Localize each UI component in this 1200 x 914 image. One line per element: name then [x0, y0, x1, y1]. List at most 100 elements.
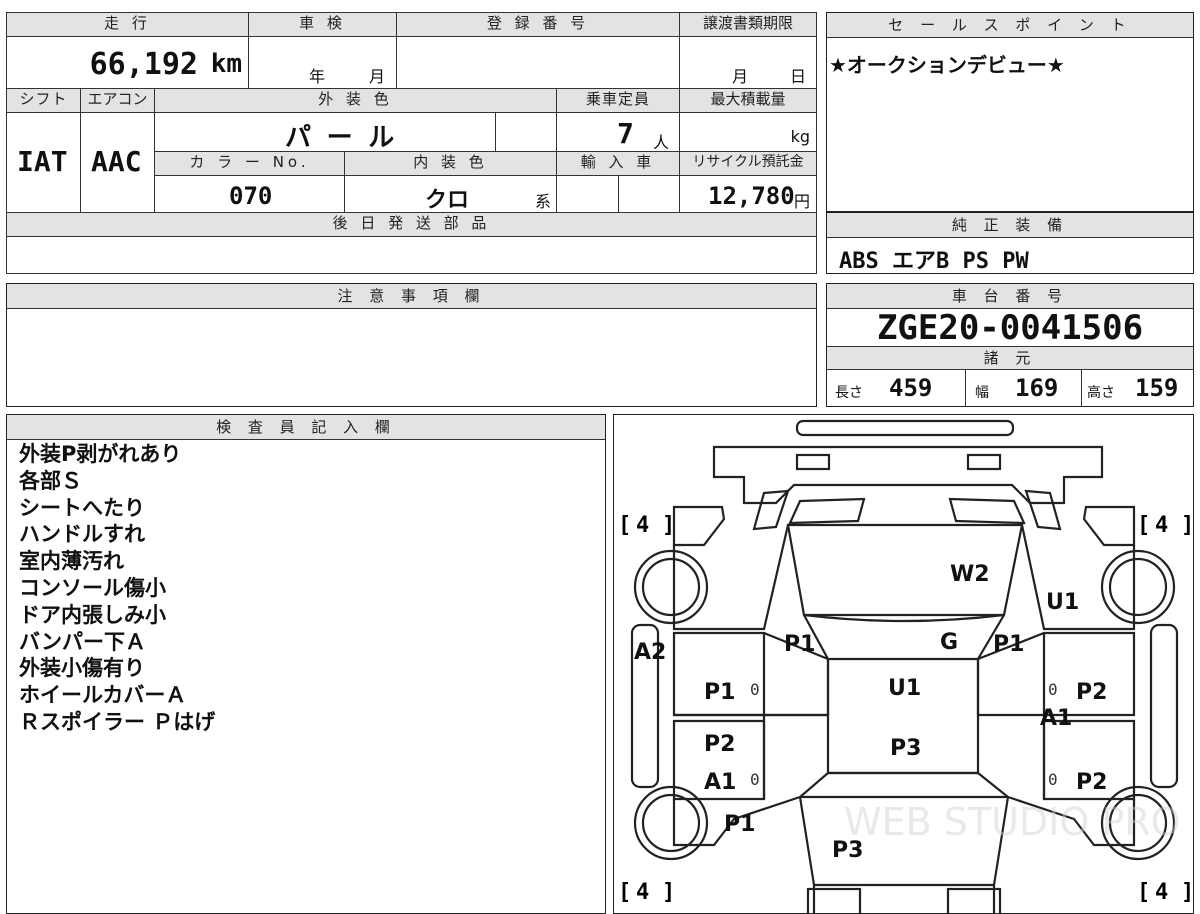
- car-diagram: [ 4 ] [ 4 ] [ 4 ] [ 4 ] W2 U1 P1 G P1 A2…: [618, 419, 1194, 913]
- sales-point-header: セ ー ル ス ポ イ ン ト: [827, 13, 1193, 38]
- tire-bracket-rear-right: [ 4 ]: [1137, 880, 1194, 905]
- chassis-value: ZGE20-0041506: [876, 308, 1144, 348]
- deadline-month: 月: [732, 67, 749, 86]
- mark-u1-top: U1: [1046, 590, 1079, 615]
- sales-point-text: ★オークションデビュー★: [829, 53, 1065, 77]
- mark-a1-left: A1: [704, 770, 736, 795]
- equipment-box: 純 正 装 備 ABS エアB PS PW: [826, 212, 1194, 274]
- notes-header: 注 意 事 項 欄: [7, 284, 816, 309]
- height-value: 159: [1135, 374, 1179, 402]
- inspector-line: シートへたり: [19, 495, 145, 520]
- door-handle-mark: 0: [750, 680, 760, 699]
- inspector-line: ハンドルすれ: [19, 522, 145, 547]
- shaken-cell: 年 月: [248, 36, 397, 89]
- deadline-header: 譲渡書類期限: [679, 12, 817, 37]
- color-no-cell: 070: [154, 175, 345, 213]
- capacity-cell: 7 人: [556, 112, 680, 152]
- recycle-value: 12,780: [708, 182, 795, 210]
- svg-text:[: [: [1137, 513, 1150, 538]
- recycle-header: リサイクル預託金: [679, 151, 817, 176]
- mark-w2: W2: [950, 562, 990, 587]
- spec-width-cell: 幅 169: [965, 370, 1082, 407]
- svg-text:[: [: [1137, 880, 1150, 905]
- tire-value-rear-left: 4: [636, 880, 649, 905]
- tire-bracket-front-left: [ 4 ]: [618, 513, 675, 538]
- mark-u1-center: U1: [888, 676, 921, 701]
- equipment-header: 純 正 装 備: [827, 213, 1193, 238]
- later-parts-header: 後 日 発 送 部 品: [6, 212, 817, 237]
- shaken-month: 月: [369, 67, 386, 86]
- tire-value-front-right: 4: [1155, 513, 1168, 538]
- inspector-header: 検 査 員 記 入 欄: [7, 415, 605, 440]
- mark-p1-rear-left: P1: [724, 812, 755, 837]
- shift-header: シフト: [6, 88, 81, 113]
- exterior-sub-cell: [495, 112, 557, 152]
- mark-g: G: [940, 630, 958, 655]
- tire-value-front-left: 4: [636, 513, 649, 538]
- mileage-unit: km: [210, 49, 242, 79]
- inspector-line: ホイールカバーＡ: [19, 683, 187, 708]
- shaken-year: 年: [309, 67, 326, 86]
- interior-header: 内 装 色: [344, 151, 557, 176]
- spec-height-cell: 高さ 159: [1081, 370, 1193, 407]
- inspector-line: Ｒスポイラー Ｐはげ: [19, 710, 216, 734]
- color-no-value: 070: [229, 182, 273, 210]
- tire-value-rear-right: 4: [1155, 880, 1168, 905]
- tire-bracket-rear-left: [ 4 ]: [618, 880, 675, 905]
- notes-box: 注 意 事 項 欄: [6, 283, 817, 407]
- width-value: 169: [1015, 374, 1059, 402]
- svg-text:]: ]: [1181, 880, 1194, 905]
- mark-p2-door-right: P2: [1076, 680, 1107, 705]
- spec-header: 諸 元: [827, 346, 1193, 370]
- height-label: 高さ: [1087, 385, 1115, 401]
- mileage-value: 66,192: [89, 47, 198, 82]
- watermark: WEB STUDIO PRO: [844, 800, 1181, 844]
- exterior-cell: パ ー ル: [154, 112, 496, 153]
- inspector-line: バンパー下Ａ: [19, 629, 147, 654]
- mark-p2-left: P2: [704, 732, 735, 757]
- color-no-header: カ ラ ー No.: [154, 151, 345, 176]
- equipment-value: ABS エアB PS PW: [839, 249, 1029, 274]
- svg-text:[: [: [618, 513, 631, 538]
- inspector-line: 外装小傷有り: [19, 656, 145, 681]
- chassis-header: 車 台 番 号: [827, 284, 1193, 309]
- import-header: 輸 入 車: [556, 151, 680, 176]
- length-value: 459: [889, 374, 933, 402]
- svg-text:]: ]: [662, 880, 675, 905]
- length-label: 長さ: [835, 385, 863, 401]
- interior-cell: クロ 系: [344, 175, 557, 213]
- car-diagram-box: [ 4 ] [ 4 ] [ 4 ] [ 4 ] W2 U1 P1 G P1 A2…: [613, 414, 1194, 914]
- aircon-value: AAC: [91, 145, 142, 178]
- recycle-unit: 円: [794, 192, 811, 211]
- capacity-header: 乗車定員: [556, 88, 680, 113]
- inspector-box: 検 査 員 記 入 欄 外装P剥がれあり 各部Ｓ シートへたり ハンドルすれ 室…: [6, 414, 606, 914]
- inspector-line: 外装P剥がれあり: [19, 442, 182, 466]
- maxload-cell: kg: [679, 112, 817, 152]
- import-cell-a: [556, 175, 619, 213]
- mark-p3-center: P3: [890, 736, 921, 761]
- later-parts-cell: [6, 236, 817, 274]
- shift-cell: IAT: [6, 112, 81, 213]
- maxload-header: 最大積載量: [679, 88, 817, 113]
- deadline-cell: 月 日: [679, 36, 817, 89]
- door-handle-mark: 0: [1048, 680, 1058, 699]
- interior-value: クロ: [425, 188, 470, 213]
- aircon-cell: AAC: [80, 112, 155, 213]
- door-handle-mark: 0: [1048, 770, 1058, 789]
- capacity-value: 7: [617, 117, 634, 150]
- registration-header: 登 録 番 号: [396, 12, 680, 37]
- mark-a2: A2: [634, 640, 666, 665]
- mark-p2-right: P2: [1076, 770, 1107, 795]
- door-handle-mark: 0: [750, 770, 760, 789]
- maxload-unit: kg: [790, 127, 810, 146]
- spec-length-cell: 長さ 459: [827, 370, 966, 407]
- sales-point-box: セ ー ル ス ポ イ ン ト ★オークションデビュー★: [826, 12, 1194, 212]
- chassis-box: 車 台 番 号 ZGE20-0041506 諸 元 長さ 459 幅 169 高…: [826, 283, 1194, 407]
- svg-text:[: [: [618, 880, 631, 905]
- inspector-line: コンソール傷小: [19, 576, 166, 600]
- mileage-cell: 66,192 km: [6, 36, 249, 89]
- inspector-line: ドア内張しみ小: [19, 602, 166, 627]
- mark-p1-door-left: P1: [704, 680, 735, 705]
- tire-bracket-front-right: [ 4 ]: [1137, 513, 1193, 538]
- registration-cell: [396, 36, 680, 89]
